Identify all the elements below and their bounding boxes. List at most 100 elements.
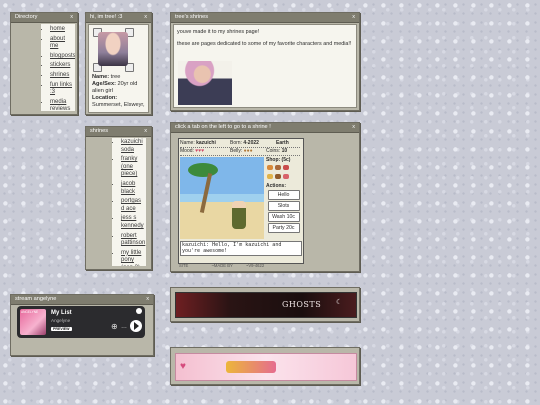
pet-speech-text: kazuichi: Hello, I'm kazuichi and you're… [182, 242, 282, 254]
ghosts-text: GHOSTS [282, 300, 322, 309]
pet-info-row-1: Name: kazuichi Born: 4-2022 Earth [180, 140, 300, 148]
close-icon[interactable]: x [144, 127, 147, 136]
born-label: Born: [230, 140, 242, 146]
shrines-list-title: shrines [90, 128, 109, 134]
directory-item[interactable]: about me [50, 36, 75, 51]
close-icon[interactable]: x [70, 13, 73, 22]
artist-name: Angelyne [51, 318, 71, 323]
directory-item-link[interactable]: stickers [50, 62, 70, 68]
close-icon[interactable]: x [146, 295, 149, 304]
food-item-icon[interactable] [267, 174, 273, 179]
close-icon[interactable]: x [352, 13, 355, 22]
belly-label: Belly: [230, 148, 243, 154]
actions-label: Actions: [266, 183, 286, 189]
pet-info-row-2: Mood: ♥♥♥ Belly: ●●● Coins: 10 [180, 148, 300, 156]
pet-name-label: Name: [180, 140, 195, 146]
shrine-item[interactable]: jacob black [121, 181, 146, 196]
shop-items [266, 164, 301, 182]
pet-name-value: kazuichi [196, 140, 216, 146]
add-icon[interactable]: ⊕ [111, 323, 118, 331]
directory-title: Directory [15, 14, 38, 20]
directory-item-link[interactable]: about me [50, 36, 65, 50]
playlist-title: My List [51, 310, 72, 316]
directory-item[interactable]: media reviews [50, 99, 75, 111]
shrines-intro-panel: youve made it to my shrines page! these … [173, 24, 357, 108]
more-options-icon[interactable]: … [121, 324, 127, 330]
food-item-icon[interactable] [275, 165, 281, 170]
palm-tree-icon [188, 163, 218, 177]
ghosts-banner-window: GHOSTS ☾ [170, 287, 360, 322]
kazuichi-image [178, 61, 232, 105]
footer-version: ~V9-4622 [245, 263, 265, 268]
footer-made-by: ~MADE BY [211, 263, 233, 268]
food-item-icon[interactable] [267, 165, 273, 170]
name-label: Name: [92, 74, 110, 80]
stream-titlebar[interactable]: stream angelyne x [11, 295, 153, 305]
food-item-icon[interactable] [283, 174, 289, 179]
shrine-item[interactable]: my little pony (gen 3) [121, 250, 146, 266]
directory-item-link[interactable]: fun links :3 [50, 82, 72, 96]
directory-titlebar[interactable]: Directory x [11, 13, 77, 23]
coins-label: Coins: [266, 148, 281, 154]
shrine-item-link[interactable]: jacob black [121, 181, 135, 195]
food-item-icon[interactable] [275, 174, 281, 179]
shrine-item[interactable]: portgas d ace [121, 198, 146, 213]
intro-line-1: youve made it to my shrines page! [177, 29, 260, 35]
album-cover-text: ANGELYNE [21, 310, 39, 314]
stream-title: stream angelyne [15, 296, 57, 302]
shrines-intro-titlebar[interactable]: tree's shrines x [171, 13, 359, 23]
pet-titlebar[interactable]: click a tab on the left to go to a shrin… [171, 123, 359, 133]
pet-window: click a tab on the left to go to a shrin… [170, 122, 360, 272]
directory-item[interactable]: shrines [50, 72, 75, 80]
shrine-item-link[interactable]: kazuichi soda [121, 139, 143, 153]
pet-action-button[interactable]: Party 20c [267, 223, 300, 233]
mood-hearts-icon: ♥♥♥ [195, 148, 205, 154]
directory-item-link[interactable]: media reviews [50, 99, 70, 111]
close-icon[interactable]: x [144, 13, 147, 22]
belly-food-icon: ●●● [243, 148, 253, 154]
pet-action-button[interactable]: Hello [267, 190, 300, 200]
pink-banner[interactable]: ♥ [175, 353, 357, 381]
profile-titlebar[interactable]: hi, im tree! :3 x [86, 13, 151, 23]
shrine-item-link[interactable]: franky (one piece) [121, 156, 137, 177]
directory-panel: home about me blogposts stickers shrines fun … [41, 24, 75, 111]
directory-item[interactable]: blogposts [50, 53, 75, 61]
pet-speech-box: kazuichi: Hello, I'm kazuichi and you're… [180, 241, 302, 256]
stream-window: stream angelyne x ANGELYNE My List Angel… [10, 294, 154, 356]
ghosts-banner[interactable]: GHOSTS ☾ [175, 292, 357, 318]
directory-window: Directory x home about me blogposts sticker… [10, 12, 78, 115]
location-label: Location: [92, 95, 118, 101]
shrine-item[interactable]: franky (one piece) [121, 156, 146, 179]
spotify-icon[interactable] [136, 308, 142, 314]
shrine-item[interactable]: jess s kennedy [121, 215, 146, 230]
pet-footer: SITE ~MADE BY ~V9-4622 [179, 263, 303, 268]
moon-icon: ☾ [336, 299, 343, 306]
intro-line-2: these are pages dedicated to some of my … [177, 41, 352, 47]
age-label: Age/Sex: [92, 81, 116, 87]
directory-item-link[interactable]: blogposts [50, 53, 75, 59]
pet-action-button[interactable]: Wash 10c [267, 212, 300, 222]
mood-label: Mood: [180, 148, 194, 154]
directory-item[interactable]: home [50, 26, 75, 34]
pet-action-button[interactable]: Slots [267, 201, 300, 211]
shrine-item-link[interactable]: robert pattinson [121, 233, 145, 247]
shrines-intro-title: tree's shrines [175, 14, 209, 20]
directory-item[interactable]: stickers [50, 62, 75, 70]
close-icon[interactable]: x [352, 123, 355, 132]
shrine-item[interactable]: robert pattinson [121, 233, 146, 248]
profile-title: hi, im tree! :3 [90, 14, 123, 20]
coins-value: 10 [281, 148, 288, 154]
directory-item-link[interactable]: home [50, 26, 65, 32]
food-item-icon[interactable] [283, 165, 289, 170]
shrines-list-window: shrines x kazuichi soda franky (one piece… [85, 126, 152, 270]
shrine-item-link[interactable]: portgas d ace [121, 198, 141, 212]
shrines-list-titlebar[interactable]: shrines x [86, 127, 151, 137]
play-icon [134, 322, 139, 330]
spotify-player[interactable]: ANGELYNE My List Angelyne PREVIEW ⊕ … [17, 306, 145, 338]
shrine-item-link[interactable]: my little pony (gen 3) [121, 250, 141, 266]
directory-item-link[interactable]: shrines [50, 72, 69, 78]
shrine-item[interactable]: kazuichi soda [121, 139, 146, 154]
shrine-item-link[interactable]: jess s kennedy [121, 215, 144, 229]
shrines-list-panel: kazuichi soda franky (one piece) jacob bla… [112, 138, 146, 266]
directory-item[interactable]: fun links :3 [50, 82, 75, 97]
